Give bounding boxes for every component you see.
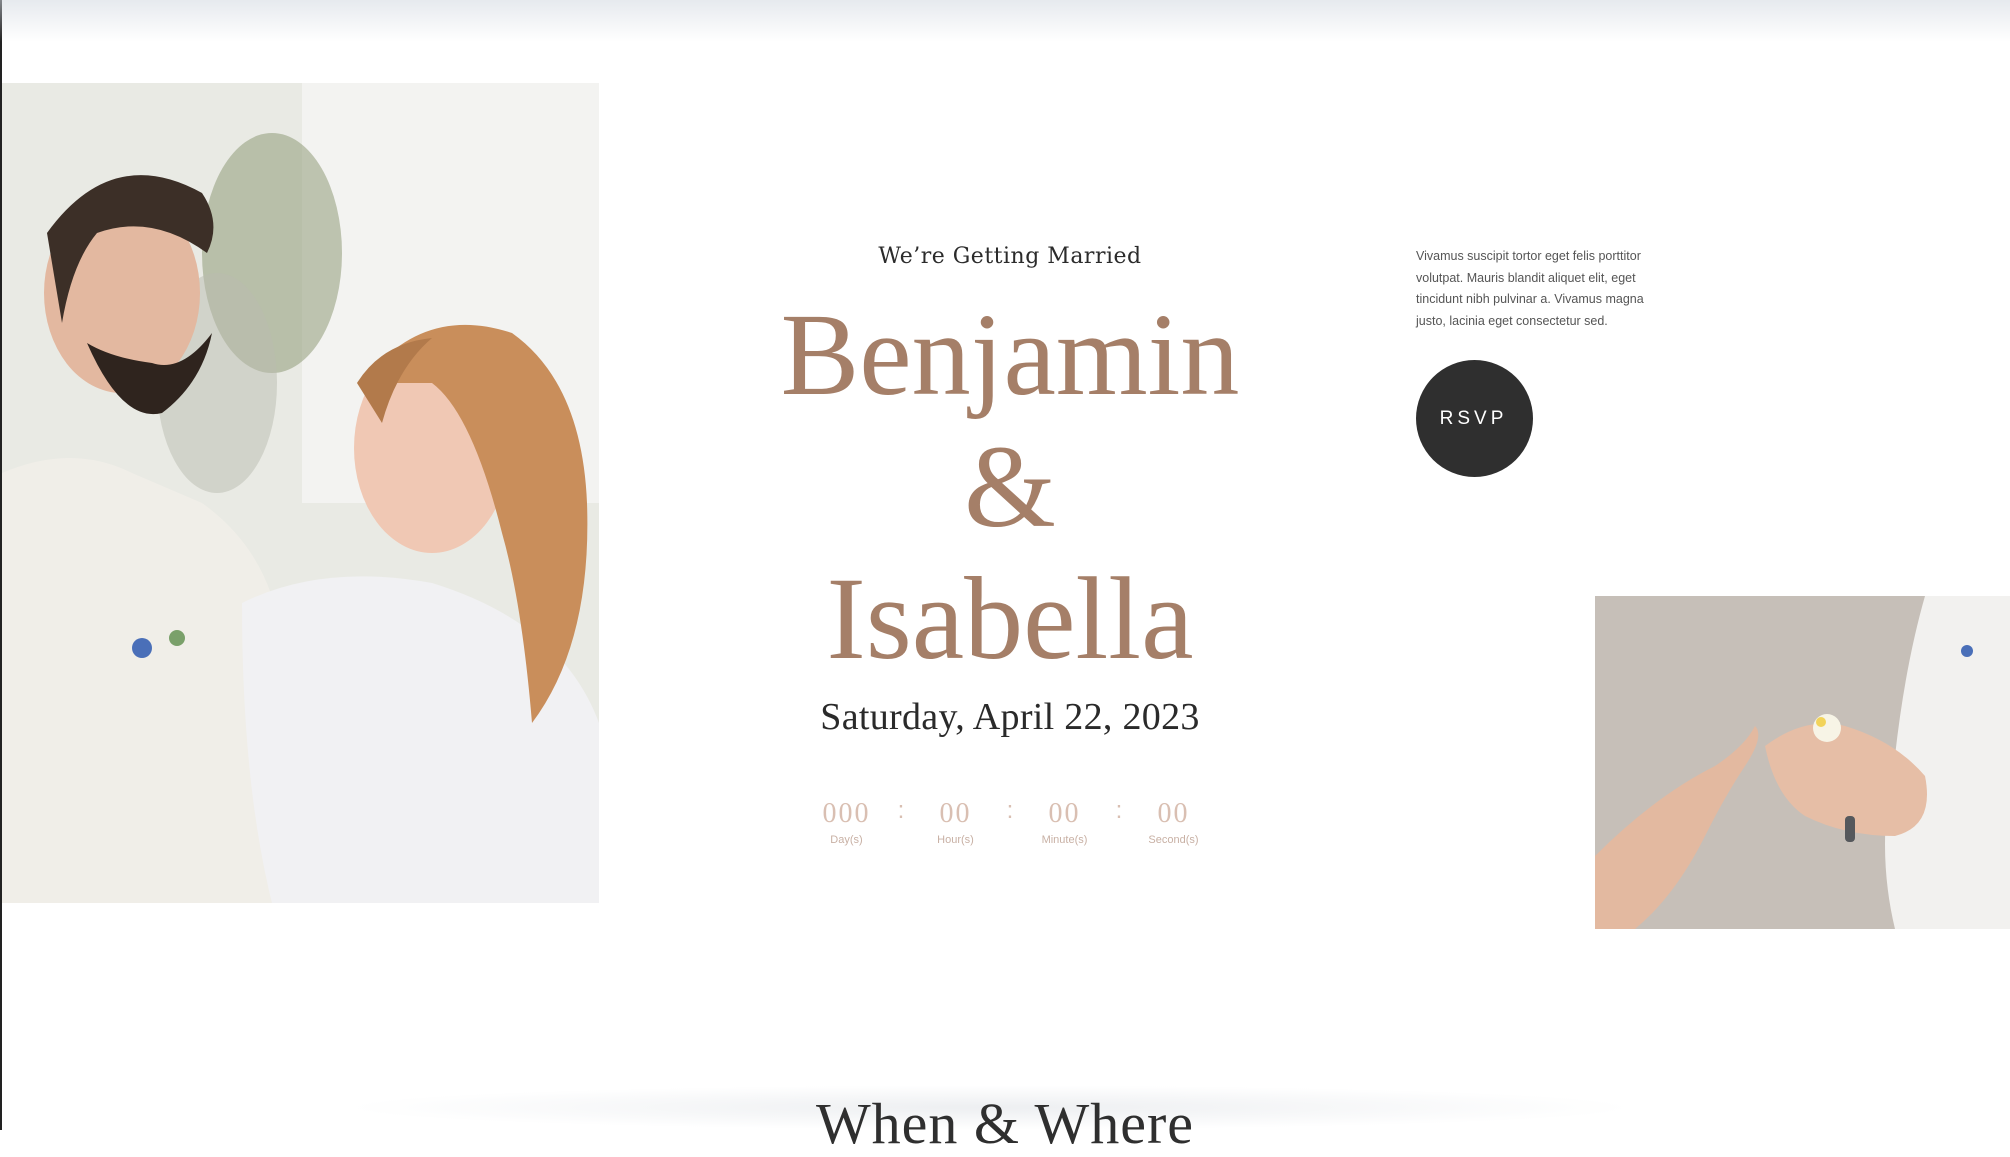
intro-blurb: Vivamus suscipit tortor eget felis portt… <box>1416 249 1644 328</box>
countdown-minutes-label: Minute(s) <box>1041 834 1088 846</box>
hero-eyebrow: We’re Getting Married <box>878 244 1142 269</box>
countdown-minutes: 00 Minute(s) <box>1028 798 1102 847</box>
when-where-heading: When & Where <box>815 1091 1195 1156</box>
countdown-separator: : <box>1006 797 1014 824</box>
countdown-separator: : <box>897 797 905 824</box>
countdown-seconds: 00 Second(s) <box>1137 798 1211 847</box>
couple-names: Benjamin & Isabella <box>700 289 1320 685</box>
wedding-date: Saturday, April 22, 2023 <box>820 696 1200 738</box>
countdown-separator: : <box>1115 797 1123 824</box>
couple-photo <box>2 83 599 903</box>
countdown-seconds-label: Second(s) <box>1148 834 1199 846</box>
header-shadow <box>0 0 2010 42</box>
countdown-hours: 00 Hour(s) <box>919 798 993 847</box>
countdown-timer: 000 Day(s) : 00 Hour(s) : 00 Minute(s) :… <box>700 797 1320 847</box>
countdown-hours-label: Hour(s) <box>937 834 974 846</box>
name-second: Isabella <box>826 553 1194 684</box>
countdown-days-label: Day(s) <box>830 834 863 846</box>
hands-photo <box>1595 596 2010 929</box>
hero-section: We’re Getting Married Benjamin & Isabell… <box>700 240 1320 846</box>
countdown-hours-value: 00 <box>939 798 972 829</box>
rsvp-button[interactable]: RSVP <box>1416 360 1533 477</box>
name-first: Benjamin <box>780 289 1240 420</box>
name-ampersand: & <box>964 421 1056 552</box>
countdown-minutes-value: 00 <box>1048 798 1081 829</box>
countdown-seconds-value: 00 <box>1157 798 1190 829</box>
countdown-days-value: 000 <box>822 798 871 829</box>
countdown-days: 000 Day(s) <box>810 798 884 847</box>
